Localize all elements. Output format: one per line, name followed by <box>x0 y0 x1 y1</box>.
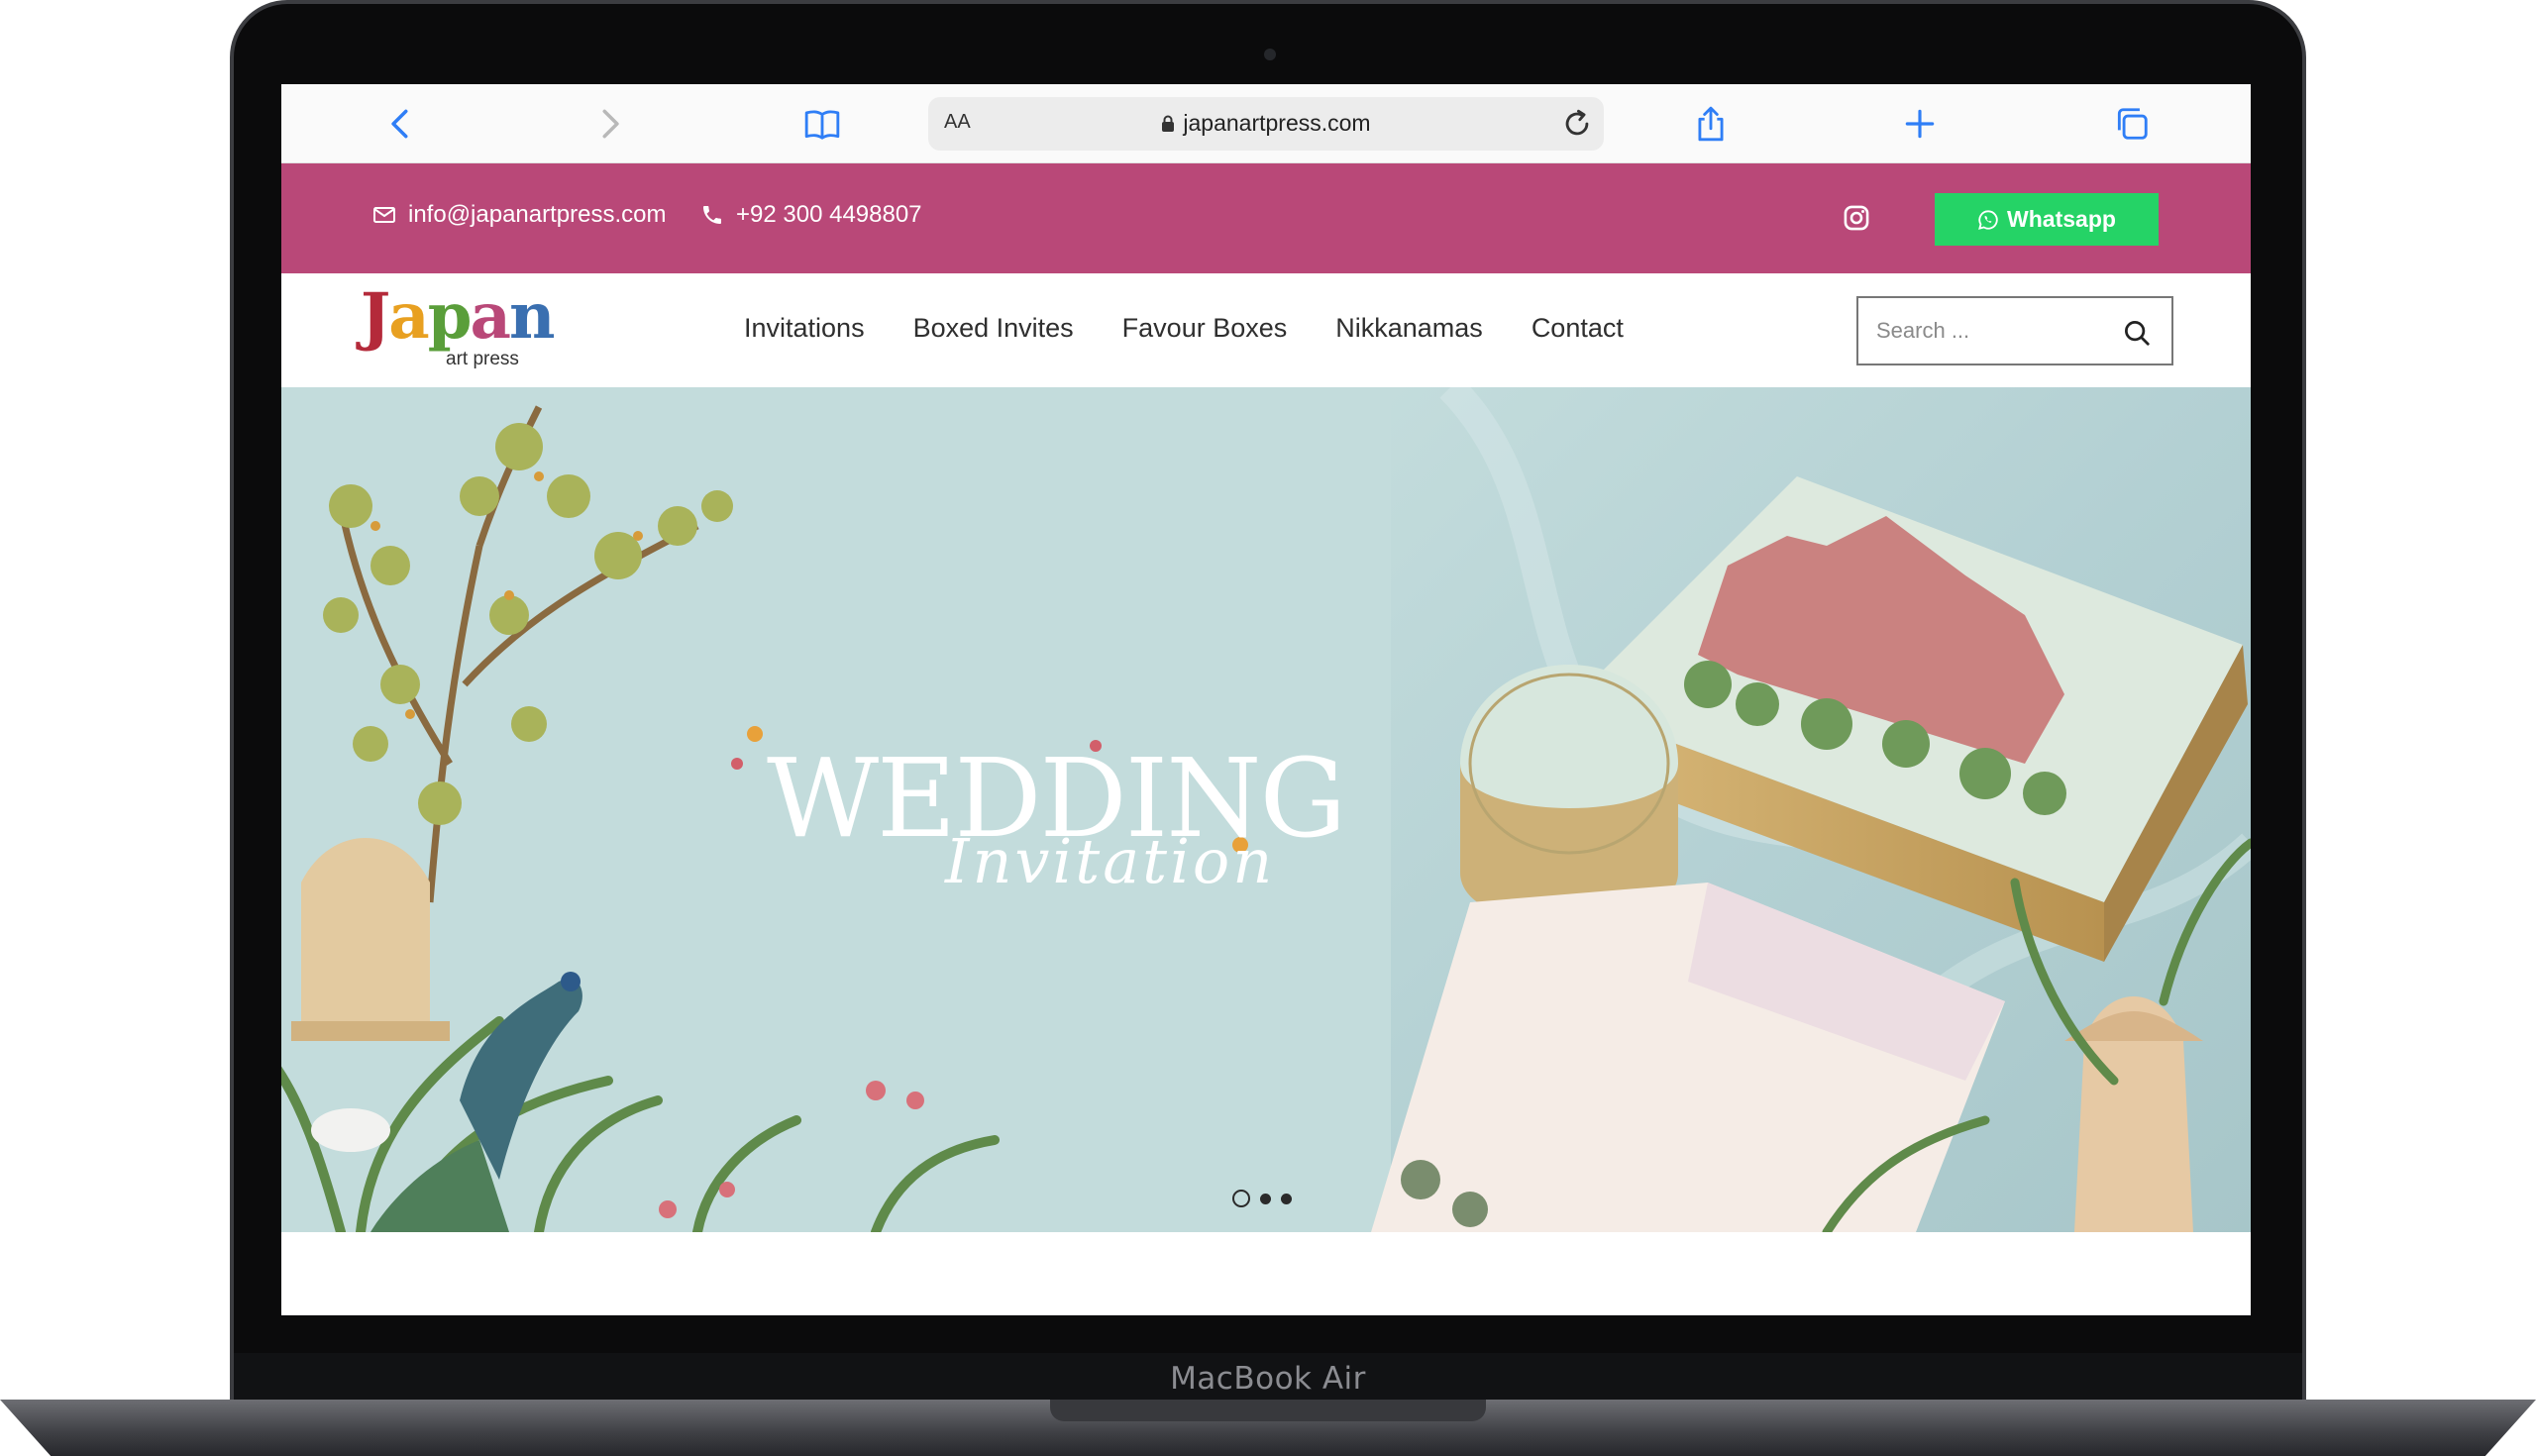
nav-item-invitations[interactable]: Invitations <box>744 313 865 344</box>
reload-icon[interactable] <box>1560 107 1594 141</box>
nav-menu: Invitations Boxed Invites Favour Boxes N… <box>744 313 1672 344</box>
address-bar[interactable]: AA japanartpress.com <box>928 97 1604 151</box>
page-below-hero <box>281 1232 2251 1315</box>
nav-item-contact[interactable]: Contact <box>1532 313 1624 344</box>
forward-button[interactable] <box>583 98 635 150</box>
plus-icon <box>1905 109 1935 139</box>
url-display: japanartpress.com <box>928 110 1604 137</box>
tabs-icon <box>2117 108 2148 140</box>
whatsapp-icon <box>1978 209 1998 230</box>
contact-bar: info@japanartpress.com +92 300 4498807 W… <box>281 163 2251 273</box>
email-link[interactable]: info@japanartpress.com <box>372 201 666 229</box>
tabs-button[interactable] <box>2106 98 2158 150</box>
lock-icon <box>1162 115 1175 132</box>
main-navbar: Japan art press Invitations Boxed Invite… <box>281 273 2251 387</box>
slider-dot-2[interactable] <box>1260 1193 1271 1204</box>
chevron-right-icon <box>602 109 619 139</box>
bookmarks-button[interactable] <box>796 98 848 150</box>
lid-notch <box>1050 1400 1486 1421</box>
webcam <box>1264 49 1276 60</box>
email-text: info@japanartpress.com <box>408 201 667 228</box>
laptop-mockup: MacBook Air AA japanartpress.com info@ja… <box>0 0 2536 1456</box>
hero-heading: WEDDING Invitation <box>767 744 1346 912</box>
site-logo[interactable]: Japan art press <box>361 283 555 378</box>
nav-item-nikkanamas[interactable]: Nikkanamas <box>1335 313 1483 344</box>
slider-dot-1[interactable] <box>1232 1190 1250 1207</box>
search-icon[interactable] <box>2122 318 2152 348</box>
new-tab-button[interactable] <box>1894 98 1946 150</box>
mail-icon <box>373 207 395 223</box>
whatsapp-label: Whatsapp <box>2007 206 2116 232</box>
browser-toolbar: AA japanartpress.com <box>281 84 2251 163</box>
book-icon <box>804 110 840 140</box>
screen: AA japanartpress.com info@japanartpress.… <box>281 84 2251 1315</box>
phone-text: +92 300 4498807 <box>736 201 922 228</box>
slider-dot-3[interactable] <box>1281 1193 1292 1204</box>
logo-wordmark: Japan <box>361 279 555 354</box>
nav-item-favour-boxes[interactable]: Favour Boxes <box>1122 313 1288 344</box>
share-button[interactable] <box>1685 98 1737 150</box>
slider-pagination <box>1232 1190 1292 1207</box>
device-label: MacBook Air <box>1170 1361 1366 1397</box>
search-input[interactable] <box>1876 314 2114 348</box>
hero-subtitle: Invitation <box>945 825 1276 897</box>
search-box <box>1856 296 2173 365</box>
phone-icon <box>703 206 721 224</box>
instagram-icon[interactable] <box>1843 204 1870 232</box>
chevron-left-icon <box>391 109 408 139</box>
hero-slider: WEDDING Invitation <box>281 387 2251 1232</box>
back-button[interactable] <box>375 98 427 150</box>
nav-item-boxed-invites[interactable]: Boxed Invites <box>913 313 1074 344</box>
logo-tagline: art press <box>446 349 519 369</box>
url-text: japanartpress.com <box>1183 110 1371 136</box>
whatsapp-button[interactable]: Whatsapp <box>1935 193 2159 246</box>
share-icon <box>1698 106 1724 142</box>
phone-link[interactable]: +92 300 4498807 <box>700 201 922 229</box>
